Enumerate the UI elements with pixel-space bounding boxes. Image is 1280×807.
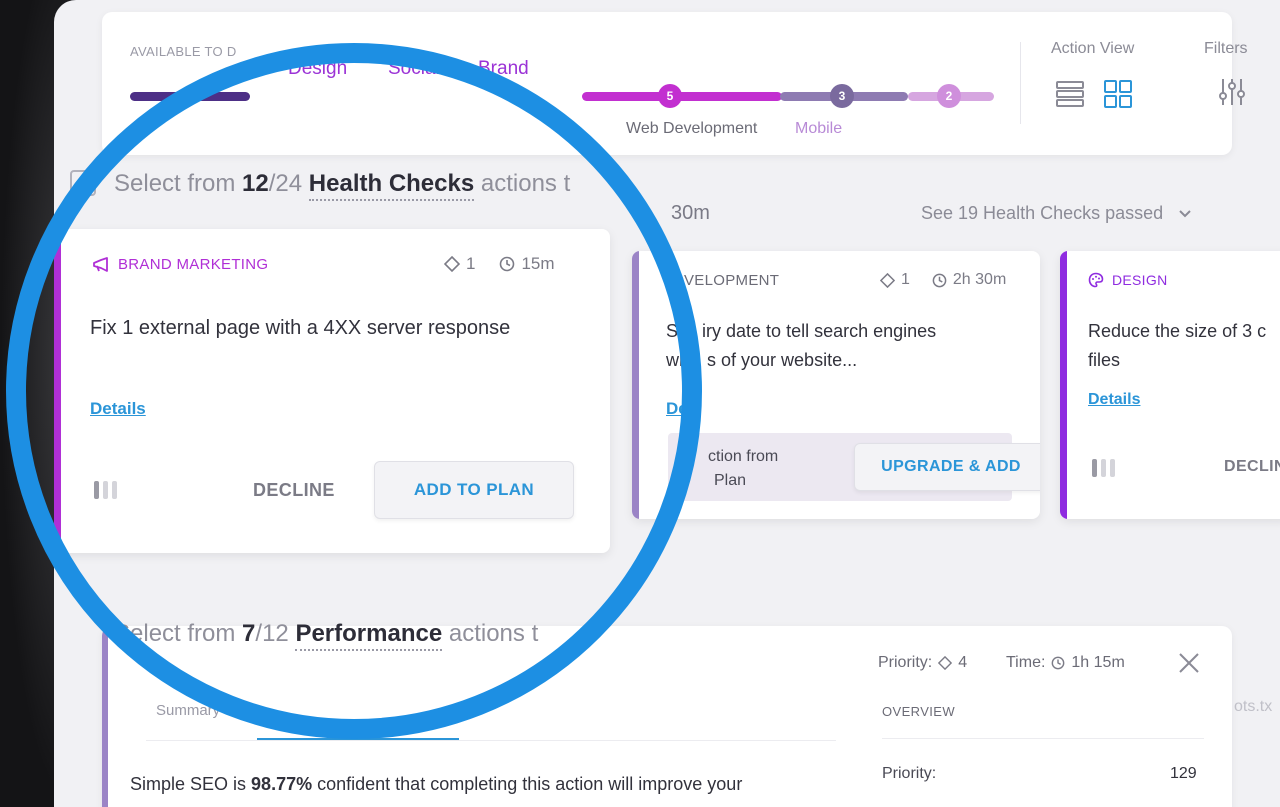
progress-track-segment [130,92,250,101]
diamond-icon [444,256,460,272]
divider [146,740,836,741]
card-priority: 1 [901,271,910,288]
detail-time: Time: 1h 15m [1006,654,1125,671]
diamond-icon [938,656,953,670]
tab-brand[interactable]: Brand [478,58,529,80]
health-checks-link[interactable]: Health Checks [308,170,475,201]
overview-label: OVERVIEW [882,704,956,719]
detail-priority: Priority: 4 [878,654,968,671]
tab-summary[interactable]: Summary [156,702,220,719]
see-passed-link[interactable]: See 19 Health Checks passed [921,203,1192,224]
list-view-icon[interactable] [1054,78,1086,110]
select-all-checkbox[interactable] [70,170,96,196]
panel-accent-bar [102,626,108,807]
track-label-mobile[interactable]: Mobile [795,120,842,138]
close-icon[interactable] [1178,652,1200,674]
card-category: VELOPMENT [684,272,780,289]
count-badge: 5 [658,84,682,108]
megaphone-icon [93,256,108,272]
chevron-down-icon [1179,210,1191,218]
decline-button[interactable]: DECLINE [253,480,335,501]
side-fragment: ots.tx [1234,698,1273,715]
sliders-icon[interactable] [1216,76,1248,108]
grid-view-icon[interactable] [1102,78,1134,110]
details-link[interactable]: Details [1088,391,1140,409]
card-category: BRAND MARKETING [92,256,268,273]
upgrade-notice-text: ction from Plan [708,448,779,489]
card-accent-bar [632,251,639,519]
card-category: DESIGN [1088,272,1167,288]
card-description: Se iry date to tell search engines wh s of… [666,321,937,370]
action-detail-panel: Priority: 4 Time: 1h 15m Summary OVERVIE… [102,626,1232,807]
action-view-label: Action View [1051,40,1135,57]
confidence-text: Simple SEO is 98.77% confident that comp… [130,774,743,794]
details-link[interactable]: De [666,399,688,419]
pause-icon[interactable] [1092,459,1115,477]
action-card: VELOPMENT 1 2h 30m Se iry date to tell se… [632,251,1040,519]
add-to-plan-button[interactable]: ADD TO PLAN [374,461,574,519]
tab-design[interactable]: Design [288,58,347,80]
action-card: DESIGN Reduce the size of 3 c files Deta… [1060,251,1280,519]
track-label-web-development[interactable]: Web Development [626,120,757,138]
divider [882,738,1204,739]
available-label: AVAILABLE TO D [130,44,237,59]
pause-icon[interactable] [94,481,117,499]
card-description: Reduce the size of 3 c files [1088,321,1267,370]
card-time: 15m [521,254,555,273]
card-time: 2h 30m [952,271,1007,288]
priority-row-value: 129 [1170,765,1197,782]
tab-social[interactable]: Social [388,58,440,80]
clock-icon [932,273,947,287]
health-checks-heading: Select from 12/24 Health Checks actions … [114,170,570,201]
card-meta: 1 15m [444,254,555,274]
category-panel: AVAILABLE TO D Design Social Brand 5 3 2… [102,12,1248,155]
count-badge: 2 [937,84,961,108]
action-card: BRAND MARKETING 1 15m Fix 1 external pag… [54,229,610,553]
count-badge: 3 [830,84,854,108]
upgrade-and-add-button[interactable]: UPGRADE & ADD [854,443,1040,491]
card-meta: 1 2h 30m [880,271,1006,289]
card-accent-bar [1060,251,1067,519]
divider [1020,42,1021,124]
details-link[interactable]: Details [90,399,146,419]
priority-row-label: Priority: [882,765,937,782]
filters-label: Filters [1204,40,1248,57]
clock-icon [500,256,515,272]
card-accent-bar [54,229,61,553]
clock-icon [1052,656,1065,670]
card-priority: 1 [466,254,476,273]
decline-button[interactable]: DECLIN [1224,458,1280,476]
performance-heading: Select from 7/12 Performance actions t [114,620,538,651]
card-description: Fix 1 external page with a 4XX server re… [90,317,511,339]
progress-track-segment [582,92,782,101]
performance-link[interactable]: Performance [295,620,443,651]
app-window: AVAILABLE TO D Design Social Brand 5 3 2… [54,0,1280,807]
diamond-icon [880,272,895,288]
time-fragment: 30m [671,202,710,224]
palette-icon [1088,272,1104,288]
